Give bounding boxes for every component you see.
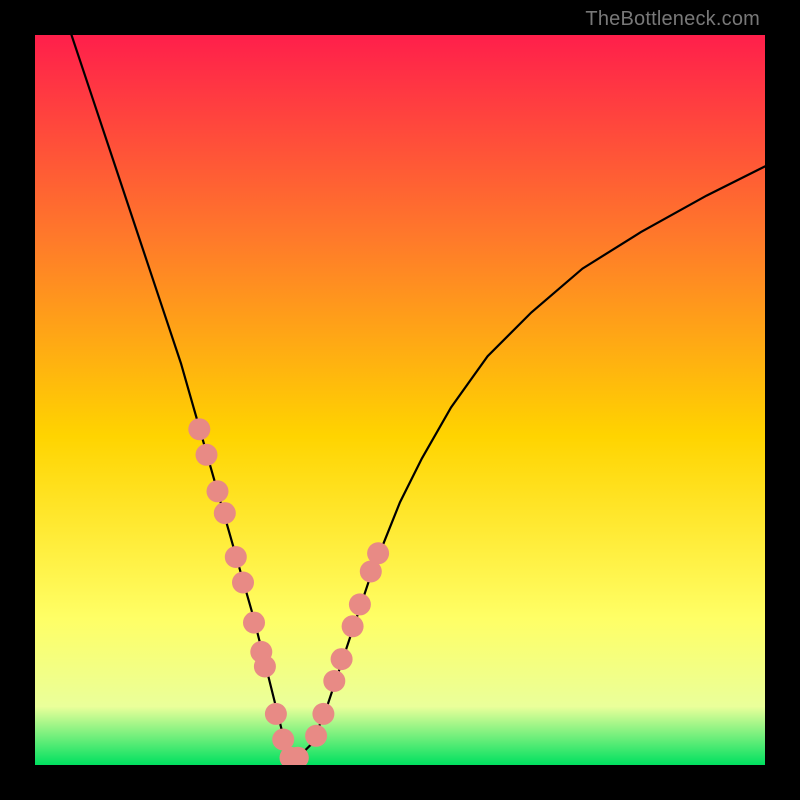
highlight-dot: [254, 656, 276, 678]
highlight-dot: [367, 542, 389, 564]
highlight-dot: [349, 593, 371, 615]
gradient-bg: [35, 35, 765, 765]
plot-svg: [35, 35, 765, 765]
highlight-dot: [196, 444, 218, 466]
highlight-dot: [265, 703, 287, 725]
highlight-dot: [323, 670, 345, 692]
plot-area: [35, 35, 765, 765]
highlight-dot: [243, 612, 265, 634]
highlight-dot: [305, 725, 327, 747]
highlight-dot: [331, 648, 353, 670]
highlight-dot: [188, 418, 210, 440]
highlight-dot: [207, 480, 229, 502]
highlight-dot: [225, 546, 247, 568]
watermark-text: TheBottleneck.com: [585, 8, 760, 31]
chart-stage: TheBottleneck.com: [0, 0, 800, 800]
highlight-dot: [214, 502, 236, 524]
highlight-dot: [342, 615, 364, 637]
highlight-dot: [232, 572, 254, 594]
highlight-dot: [312, 703, 334, 725]
